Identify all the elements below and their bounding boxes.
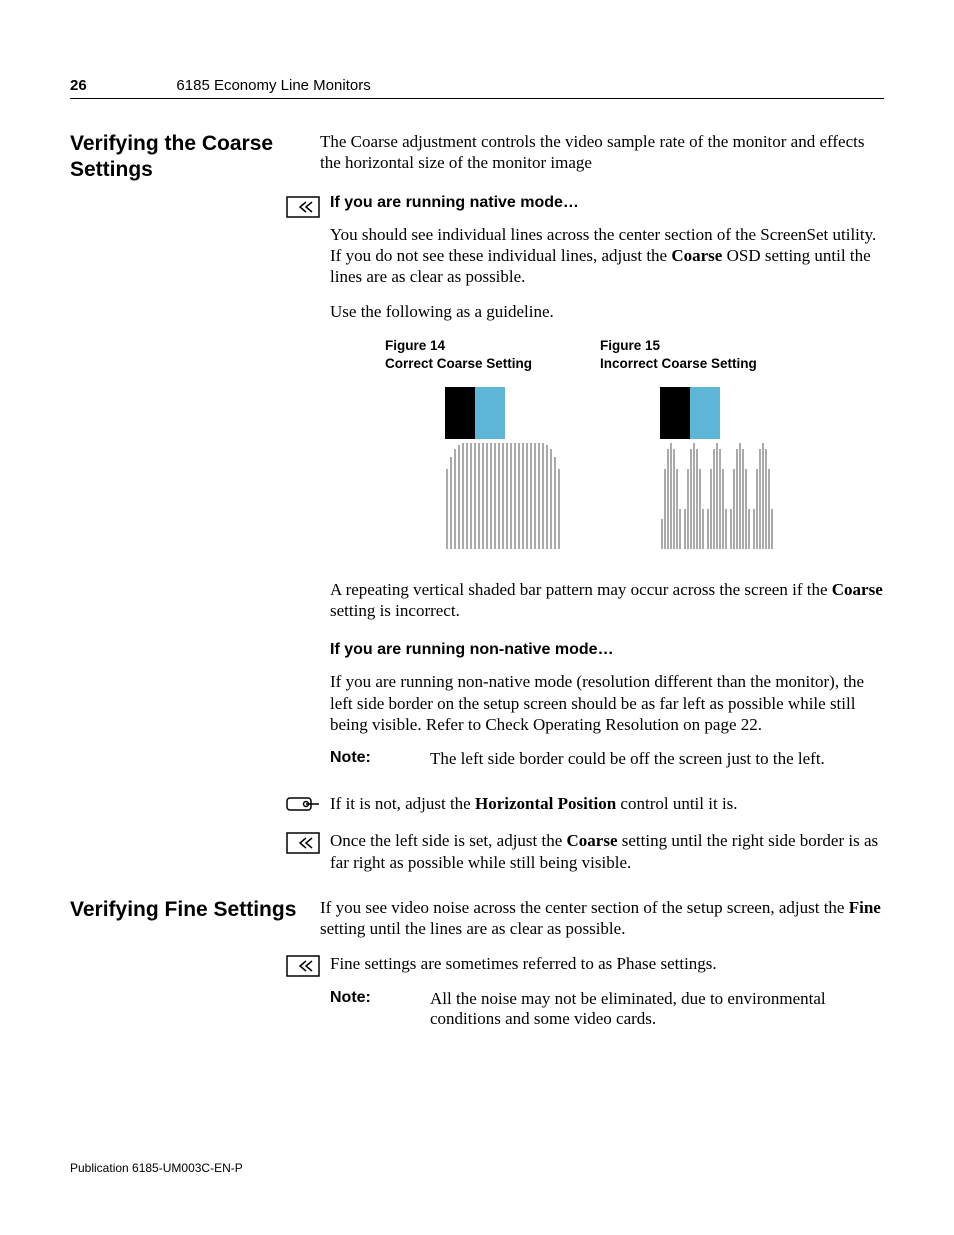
text: If you see video noise across the center… (320, 898, 849, 917)
bold-coarse: Coarse (671, 246, 722, 265)
section-coarse: Verifying the Coarse Settings The Coarse… (70, 131, 884, 188)
page: 26 6185 Economy Line Monitors Verifying … (0, 0, 954, 1043)
text: setting is incorrect. (330, 601, 460, 620)
coarse-adjust-paragraph: Once the left side is set, adjust the Co… (330, 830, 884, 873)
figure-row: Figure 14 Correct Coarse Setting (385, 337, 884, 549)
header-title: 6185 Economy Line Monitors (176, 77, 370, 94)
horizontal-position-paragraph: If it is not, adjust the Horizontal Posi… (330, 793, 884, 814)
note-2: Note: All the noise may not be eliminate… (330, 989, 884, 1029)
note-label: Note: (330, 989, 430, 1029)
note-label: Note: (330, 749, 430, 769)
figure-14-chart (445, 439, 560, 549)
note-1: Note: The left side border could be off … (330, 749, 884, 769)
native-paragraph-1: You should see individual lines across t… (330, 224, 884, 288)
bold-coarse: Coarse (567, 831, 618, 850)
page-number: 26 (70, 77, 87, 94)
figure-14-swatch (445, 387, 560, 439)
publication-footer: Publication 6185-UM003C-EN-P (70, 1161, 243, 1175)
section-heading-coarse: Verifying the Coarse Settings (70, 131, 320, 184)
section-heading-fine: Verifying Fine Settings (70, 897, 320, 923)
figure-number: Figure 15 (600, 338, 660, 353)
horizontal-position-icon (286, 795, 320, 820)
fine-paragraph-2: Fine settings are sometimes referred to … (330, 953, 884, 974)
bold-coarse: Coarse (832, 580, 883, 599)
page-header: 26 6185 Economy Line Monitors (70, 75, 884, 99)
bold-horizontal-position: Horizontal Position (475, 794, 616, 813)
note-text: All the noise may not be eliminated, due… (430, 989, 884, 1029)
osd-menu-icon (286, 196, 320, 784)
figure-number: Figure 14 (385, 338, 445, 353)
figure-15-swatch (660, 387, 775, 439)
fine-paragraph-1: If you see video noise across the center… (320, 897, 884, 940)
bold-fine: Fine (849, 898, 881, 917)
figure-15: Figure 15 Incorrect Coarse Setting (600, 337, 775, 549)
section-fine: Verifying Fine Settings If you see video… (70, 897, 884, 954)
figure-title: Incorrect Coarse Setting (600, 356, 757, 371)
text: A repeating vertical shaded bar pattern … (330, 580, 832, 599)
figure-15-chart (660, 439, 775, 549)
note-text: The left side border could be off the sc… (430, 749, 884, 769)
text: Once the left side is set, adjust the (330, 831, 567, 850)
after-figure-paragraph: A repeating vertical shaded bar pattern … (330, 579, 884, 622)
figure-title: Correct Coarse Setting (385, 356, 532, 371)
native-paragraph-2: Use the following as a guideline. (330, 301, 884, 322)
figure-14: Figure 14 Correct Coarse Setting (385, 337, 560, 549)
text: setting until the lines are as clear as … (320, 919, 625, 938)
subheading-nonnative: If you are running non-native mode… (330, 641, 884, 659)
osd-menu-icon (286, 955, 320, 1042)
osd-menu-icon (286, 832, 320, 887)
subheading-native: If you are running native mode… (330, 194, 884, 212)
text: If it is not, adjust the (330, 794, 475, 813)
nonnative-paragraph: If you are running non-native mode (reso… (330, 671, 884, 735)
intro-paragraph: The Coarse adjustment controls the video… (320, 131, 884, 174)
text: control until it is. (616, 794, 737, 813)
